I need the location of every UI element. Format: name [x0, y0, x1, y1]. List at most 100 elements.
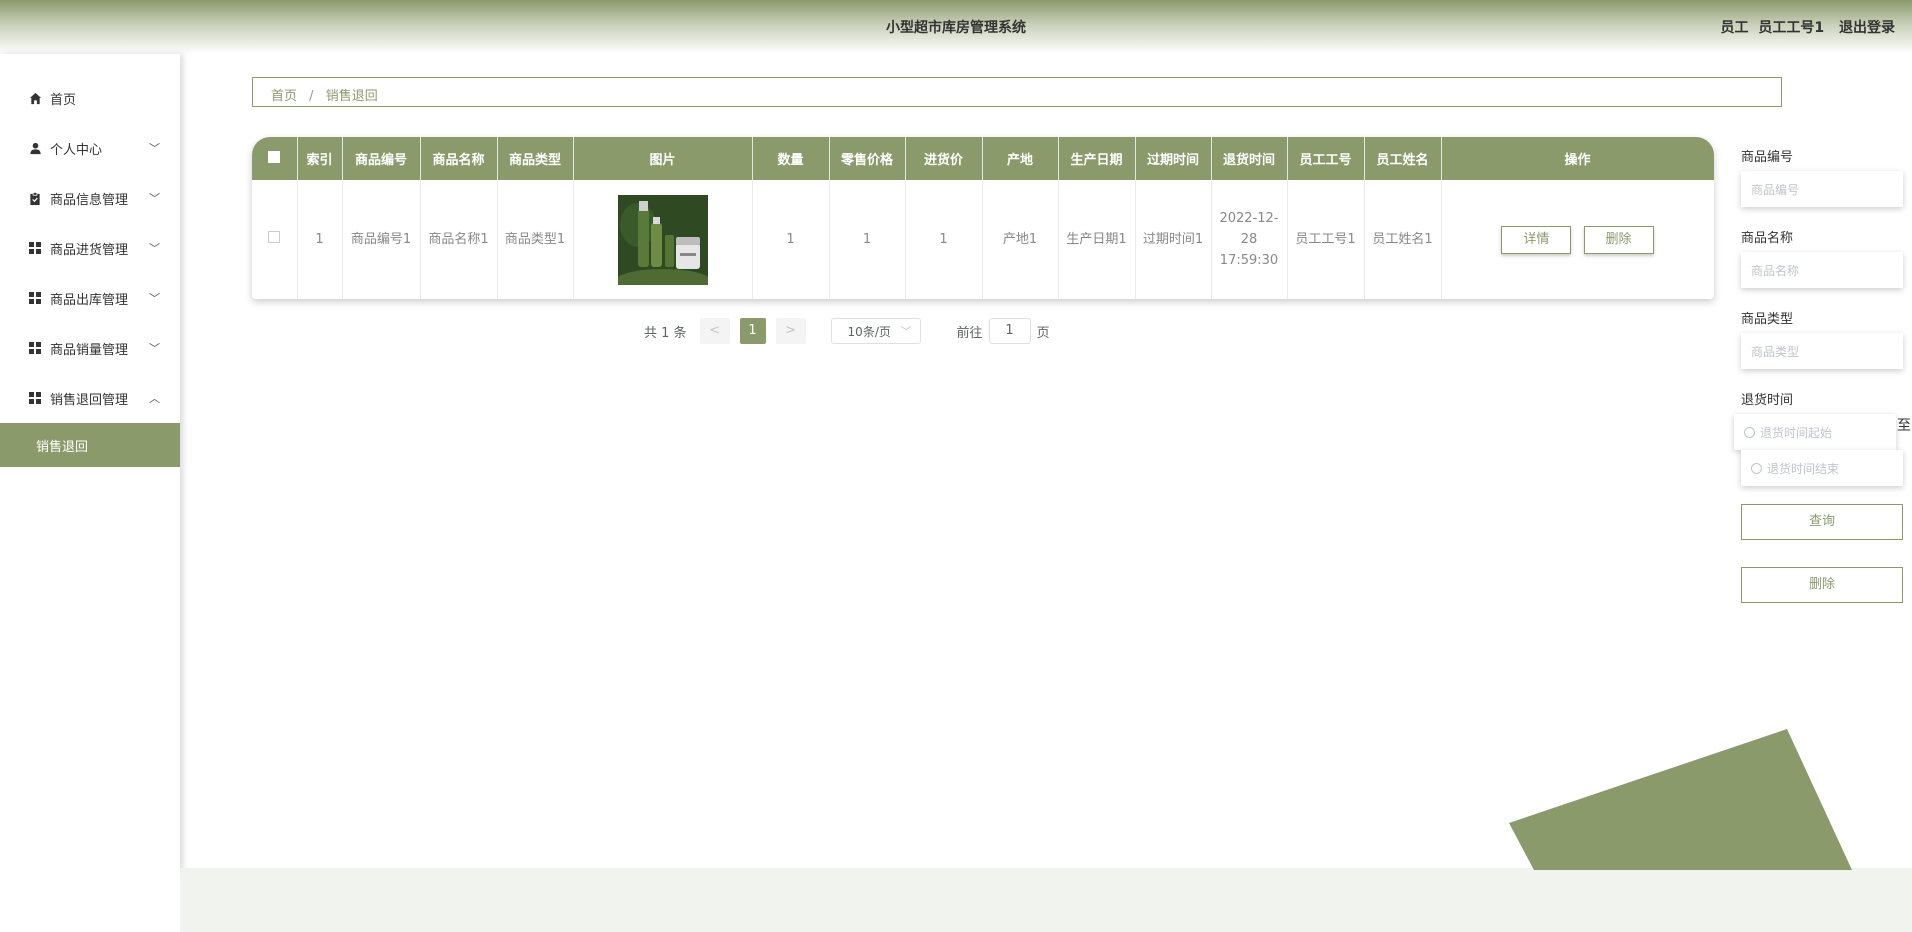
- code-input[interactable]: 商品编号: [1741, 171, 1903, 207]
- column-header: 数量: [752, 137, 830, 180]
- cell-expiry: 过期时间1: [1135, 180, 1212, 299]
- user-name: 员工工号1: [1758, 20, 1825, 36]
- sidebar-item-product-info[interactable]: 商品信息管理 ﹀: [0, 173, 180, 223]
- chevron-down-icon: ﹀: [149, 142, 160, 155]
- breadcrumb-current: 销售退回: [325, 89, 378, 104]
- cell-return-time: 2022-12-28 17:59:30: [1211, 180, 1288, 299]
- cell-image: [573, 180, 753, 299]
- page-unit-label: 页: [1036, 325, 1050, 341]
- sidebar-item-personal-center[interactable]: 个人中心 ﹀: [0, 123, 180, 173]
- cell-type: 商品类型1: [497, 180, 574, 299]
- next-page-button[interactable]: >: [775, 318, 806, 344]
- sidebar-item-product-purchase[interactable]: 商品进货管理 ﹀: [0, 223, 180, 273]
- app-title: 小型超市库房管理系统: [886, 20, 1026, 36]
- return-time-end-placeholder: 退货时间结束: [1767, 462, 1840, 476]
- page-number[interactable]: 1: [739, 318, 766, 344]
- prev-page-button[interactable]: <: [699, 318, 730, 344]
- column-header: 操作: [1441, 137, 1714, 180]
- return-time-start-input[interactable]: 退货时间起始: [1734, 414, 1896, 450]
- footer-band: [180, 868, 1912, 932]
- product-image: [617, 194, 708, 285]
- column-header: 商品名称: [420, 137, 498, 180]
- cell-name: 商品名称1: [420, 180, 498, 299]
- row-checkbox[interactable]: [252, 180, 298, 299]
- detail-button[interactable]: 详情: [1501, 225, 1572, 254]
- data-table: 索引 商品编号 商品名称 商品类型 图片 数量 零售价格 进货价 产地 生产日期…: [252, 137, 1714, 299]
- column-header: 进货价: [905, 137, 983, 180]
- name-input[interactable]: 商品名称: [1741, 252, 1903, 288]
- cell-staff-id: 员工工号1: [1287, 180, 1365, 299]
- grid-icon: [28, 291, 42, 305]
- grid-icon: [28, 241, 42, 255]
- column-header: 员工工号: [1287, 137, 1365, 180]
- cell-code: 商品编号1: [342, 180, 421, 299]
- cell-production-date: 生产日期1: [1058, 180, 1136, 299]
- cell-actions: 详情 删除: [1441, 180, 1714, 299]
- return-time-label: 退货时间: [1741, 393, 1794, 408]
- range-separator: 至: [1897, 418, 1911, 434]
- cell-quantity: 1: [752, 180, 830, 299]
- breadcrumb: 首页 / 销售退回: [252, 77, 1782, 107]
- grid-icon: [28, 391, 42, 405]
- table-row: 1 商品编号1 商品名称1 商品类型1 1 1 1 产地1 生产日期1 过期时间…: [252, 180, 1714, 299]
- user-role: 员工: [1720, 20, 1749, 36]
- column-header: 退货时间: [1211, 137, 1288, 180]
- home-icon: [28, 91, 42, 105]
- sidebar-item-label: 商品进货管理: [50, 242, 129, 258]
- query-button[interactable]: 查询: [1741, 504, 1903, 540]
- name-label: 商品名称: [1741, 231, 1794, 246]
- column-header: 商品编号: [342, 137, 421, 180]
- breadcrumb-separator: /: [309, 89, 314, 104]
- column-header: 零售价格: [829, 137, 906, 180]
- chevron-down-icon: ﹀: [900, 325, 912, 338]
- select-all-checkbox[interactable]: [252, 137, 298, 180]
- sidebar-subitem-sales-return[interactable]: 销售退回: [0, 423, 180, 467]
- column-header: 过期时间: [1135, 137, 1212, 180]
- column-header: 产地: [982, 137, 1059, 180]
- user-area: 员工 员工工号1 退出登录: [1713, 17, 1896, 37]
- sidebar-item-product-outbound[interactable]: 商品出库管理 ﹀: [0, 273, 180, 323]
- chevron-down-icon: ﹀: [149, 192, 160, 205]
- table-header-row: 索引 商品编号 商品名称 商品类型 图片 数量 零售价格 进货价 产地 生产日期…: [252, 137, 1714, 180]
- breadcrumb-home[interactable]: 首页: [271, 89, 297, 104]
- cell-staff-name: 员工姓名1: [1364, 180, 1442, 299]
- pager-total: 共 1 条: [644, 325, 687, 341]
- goto-label: 前往: [956, 325, 983, 341]
- sidebar-item-label: 首页: [50, 92, 77, 108]
- cell-origin: 产地1: [982, 180, 1059, 299]
- chevron-down-icon: ﹀: [149, 292, 160, 305]
- cell-index: 1: [297, 180, 343, 299]
- sidebar-item-label: 个人中心: [50, 142, 103, 158]
- goto-page-input[interactable]: 1: [988, 318, 1031, 344]
- sidebar-item-sales-return[interactable]: 销售退回管理 ︿: [0, 373, 180, 423]
- sidebar-item-home[interactable]: 首页: [0, 73, 180, 123]
- delete-row-button[interactable]: 删除: [1583, 225, 1654, 254]
- cell-purchase-price: 1: [905, 180, 983, 299]
- batch-delete-button[interactable]: 删除: [1741, 567, 1903, 603]
- column-header: 生产日期: [1058, 137, 1136, 180]
- column-header: 图片: [573, 137, 753, 180]
- column-header: 员工姓名: [1364, 137, 1442, 180]
- clock-icon: [1751, 463, 1762, 474]
- sidebar-item-label: 商品销量管理: [50, 342, 129, 358]
- sidebar-item-label: 商品信息管理: [50, 192, 129, 208]
- type-label: 商品类型: [1741, 312, 1794, 327]
- type-input[interactable]: 商品类型: [1741, 333, 1903, 369]
- pagination: 共 1 条 < 1 > 10条/页 ﹀ 前往 1 页: [644, 318, 1050, 344]
- sidebar-item-product-sales[interactable]: 商品销量管理 ﹀: [0, 323, 180, 373]
- chevron-up-icon: ︿: [149, 392, 160, 405]
- grid-icon: [28, 341, 42, 355]
- user-icon: [28, 141, 42, 155]
- chevron-down-icon: ﹀: [149, 242, 160, 255]
- return-time-end-input[interactable]: 退货时间结束: [1741, 450, 1903, 486]
- logout-link[interactable]: 退出登录: [1839, 20, 1895, 36]
- cell-retail-price: 1: [829, 180, 906, 299]
- sidebar-item-label: 商品出库管理: [50, 292, 129, 308]
- clock-icon: [1744, 427, 1755, 438]
- page-size-select[interactable]: 10条/页 ﹀: [830, 318, 921, 344]
- clipboard-icon: [28, 191, 42, 205]
- code-label: 商品编号: [1741, 150, 1794, 165]
- top-header: 小型超市库房管理系统 员工 员工工号1 退出登录: [0, 0, 1912, 54]
- sidebar: 首页 个人中心 ﹀ 商品信息管理 ﹀ 商品进货管理 ﹀ 商品出库管理 ﹀ 商品销…: [0, 54, 180, 932]
- sidebar-item-label: 销售退回管理: [50, 392, 129, 408]
